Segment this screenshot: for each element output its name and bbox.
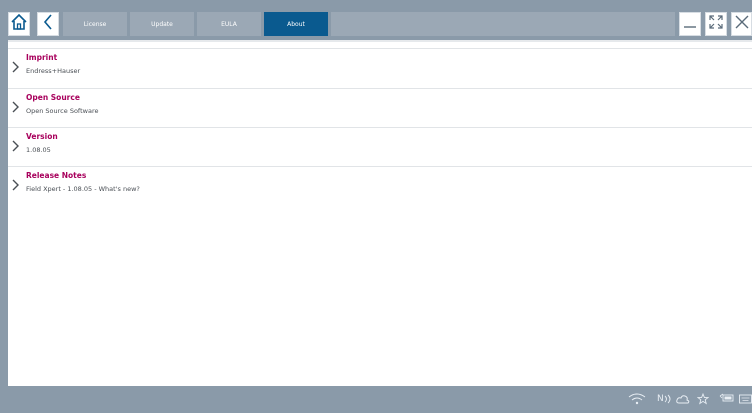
keyboard-icon[interactable]: [739, 392, 752, 406]
list-item-open-source[interactable]: Open Source Open Source Software: [8, 88, 752, 126]
close-button[interactable]: [731, 12, 752, 36]
close-icon: [734, 14, 750, 34]
item-subtitle: Endress+Hauser: [26, 67, 81, 75]
back-icon: [42, 13, 54, 35]
top-toolbar: License Update EULA About: [0, 0, 752, 40]
toolbar-spacer: [331, 12, 675, 36]
battery-icon[interactable]: [719, 392, 735, 406]
item-title: Imprint: [26, 53, 58, 62]
chevron-right-icon: [10, 138, 22, 152]
tab-update-label: Update: [151, 20, 173, 28]
tab-about-label: About: [287, 20, 305, 28]
item-title: Open Source: [26, 93, 80, 102]
list-item-version[interactable]: Version 1.08.05: [8, 127, 752, 165]
nfc-icon[interactable]: N: [657, 392, 672, 406]
item-subtitle: Open Source Software: [26, 107, 99, 115]
status-bar: N: [0, 386, 752, 413]
tab-about[interactable]: About: [264, 12, 328, 36]
fullscreen-button[interactable]: [705, 12, 727, 36]
item-subtitle: 1.08.05: [26, 146, 51, 154]
back-button[interactable]: [37, 12, 59, 36]
nfc-label: N: [657, 394, 664, 404]
minimize-button[interactable]: [679, 12, 701, 36]
home-button[interactable]: [8, 12, 30, 36]
list-item-release-notes[interactable]: Release Notes Field Xpert - 1.08.05 - Wh…: [8, 166, 752, 204]
item-title: Version: [26, 132, 58, 141]
chevron-right-icon: [10, 177, 22, 191]
wifi-icon[interactable]: [628, 392, 646, 406]
star-icon[interactable]: [697, 392, 709, 406]
fullscreen-icon: [708, 14, 724, 34]
item-subtitle: Field Xpert - 1.08.05 - What's new?: [26, 185, 140, 193]
chevron-right-icon: [10, 59, 22, 73]
tab-eula[interactable]: EULA: [197, 12, 261, 36]
item-title: Release Notes: [26, 171, 87, 180]
list-item-imprint[interactable]: Imprint Endress+Hauser: [8, 48, 752, 86]
minimize-icon: [682, 14, 698, 34]
home-icon: [10, 13, 28, 35]
chevron-right-icon: [10, 99, 22, 113]
tab-license-label: License: [83, 20, 107, 28]
cloud-icon[interactable]: [676, 392, 690, 406]
about-panel: Imprint Endress+Hauser Open Source Open …: [8, 40, 752, 386]
tab-license[interactable]: License: [63, 12, 127, 36]
tab-update[interactable]: Update: [130, 12, 194, 36]
tab-eula-label: EULA: [221, 20, 237, 28]
